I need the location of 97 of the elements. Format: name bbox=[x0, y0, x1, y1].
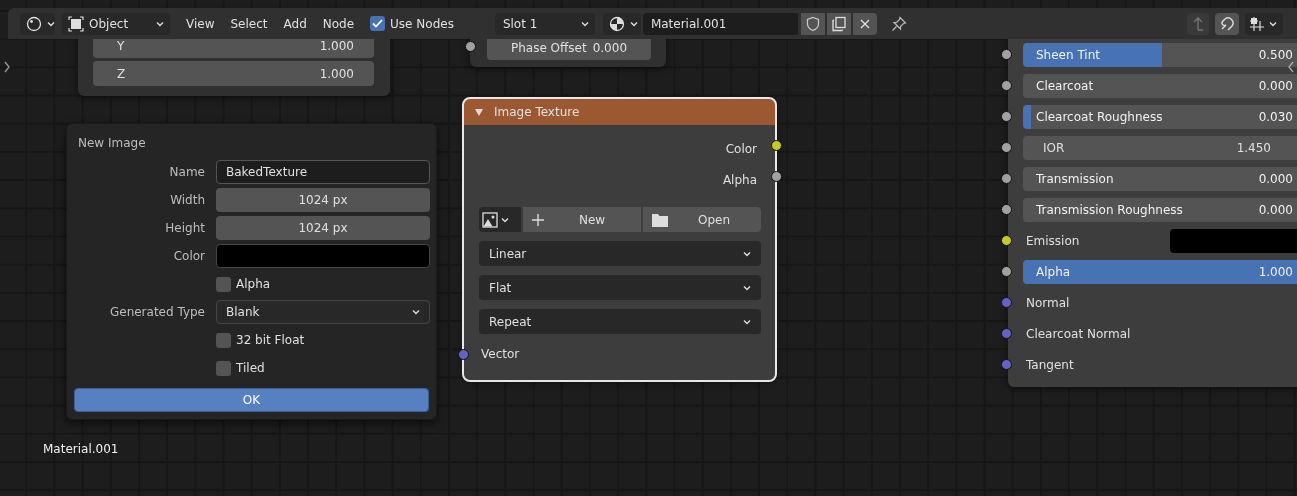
collapse-triangle-icon[interactable] bbox=[474, 107, 484, 117]
dialog-title: New Image bbox=[77, 135, 147, 152]
socket-dot[interactable] bbox=[1001, 173, 1012, 184]
plus-icon bbox=[531, 212, 545, 227]
chevron-icon bbox=[743, 318, 751, 325]
socket-dot[interactable] bbox=[770, 171, 782, 182]
open-image-button[interactable]: Open bbox=[643, 207, 761, 232]
chevron-icon bbox=[501, 216, 509, 223]
magnet-icon bbox=[1219, 15, 1235, 32]
dropdown[interactable]: Repeat bbox=[479, 309, 761, 334]
color-swatch[interactable] bbox=[216, 244, 430, 268]
number-field[interactable]: IOR 1.450 bbox=[1023, 135, 1297, 160]
sidebar-toggle-icon[interactable] bbox=[1287, 61, 1295, 73]
node-title: Image Texture bbox=[494, 105, 580, 119]
chevron-icon bbox=[47, 20, 55, 27]
chevron-icon bbox=[629, 20, 638, 27]
number-field[interactable]: Z 1.000 bbox=[93, 61, 374, 86]
copy-icon bbox=[830, 15, 847, 32]
socket-dot[interactable] bbox=[1001, 266, 1012, 277]
material-browse-button[interactable] bbox=[602, 12, 641, 35]
sphere-icon bbox=[608, 15, 625, 32]
image-icon bbox=[482, 211, 498, 228]
chevron-icon bbox=[743, 250, 751, 257]
socket-label: Emission bbox=[1025, 233, 1080, 248]
slider-field[interactable]: Alpha 1.000 bbox=[1023, 259, 1297, 284]
duplicate-button[interactable] bbox=[826, 12, 851, 35]
slider-field[interactable]: Sheen Tint 0.500 bbox=[1023, 42, 1297, 67]
checkbox[interactable]: Alpha bbox=[216, 276, 430, 292]
frame-label: Material.001 bbox=[43, 442, 119, 456]
socket-dot[interactable] bbox=[1001, 204, 1012, 215]
socket-dot[interactable] bbox=[770, 140, 782, 151]
use-nodes-checkbox[interactable]: Use Nodes bbox=[370, 16, 454, 31]
field-label: Name bbox=[168, 165, 205, 179]
socket-dot[interactable] bbox=[1001, 80, 1012, 91]
ok-button[interactable]: OK bbox=[74, 388, 429, 412]
socket-dot[interactable] bbox=[1001, 328, 1012, 339]
editor-type-dropdown[interactable] bbox=[20, 12, 55, 35]
object-icon bbox=[68, 15, 84, 32]
check-icon bbox=[372, 19, 384, 28]
field-label: Generated Type bbox=[108, 305, 205, 319]
fake-user-button[interactable] bbox=[800, 12, 825, 35]
chevron-icon bbox=[580, 20, 589, 27]
chevron-icon bbox=[1269, 20, 1277, 27]
socket-dot[interactable] bbox=[1001, 111, 1012, 122]
material-name-field[interactable]: Material.001 bbox=[642, 12, 798, 35]
chevron-icon bbox=[412, 309, 420, 315]
dropdown[interactable]: Linear bbox=[479, 241, 761, 266]
folder-icon bbox=[651, 211, 669, 228]
field-label: Color bbox=[172, 249, 205, 263]
shield-icon bbox=[805, 15, 820, 32]
socket-dot[interactable] bbox=[1001, 49, 1012, 60]
number-field[interactable]: 1024 px bbox=[216, 188, 430, 212]
snap-grid-icon bbox=[1249, 15, 1265, 32]
sidebar-toggle-icon[interactable] bbox=[3, 61, 11, 73]
unlink-button[interactable] bbox=[852, 12, 877, 35]
number-field[interactable]: 1024 px bbox=[216, 216, 430, 240]
chevron-icon bbox=[743, 284, 751, 291]
checkbox[interactable]: Tiled bbox=[216, 360, 430, 376]
slider-field[interactable]: Clearcoat Roughness 0.030 bbox=[1023, 104, 1297, 129]
dropdown[interactable]: Flat bbox=[479, 275, 761, 300]
socket-label: Alpha bbox=[722, 172, 757, 187]
field-label: Width bbox=[169, 193, 205, 207]
socket-dot[interactable] bbox=[1001, 142, 1012, 153]
socket-label: Normal bbox=[1025, 295, 1070, 310]
socket-dot[interactable] bbox=[1001, 297, 1012, 308]
socket-dot[interactable] bbox=[457, 349, 469, 360]
socket-dot[interactable] bbox=[464, 41, 476, 52]
socket-dot[interactable] bbox=[1001, 235, 1012, 246]
new-image-button[interactable]: New bbox=[523, 207, 641, 232]
snap-mode-dropdown[interactable] bbox=[1245, 12, 1283, 35]
socket-label: Tangent bbox=[1025, 357, 1074, 372]
socket-label: Clearcoat Normal bbox=[1025, 326, 1131, 341]
close-icon bbox=[858, 17, 871, 30]
menu-item[interactable]: Select bbox=[222, 12, 276, 35]
text-field[interactable]: BakedTexture bbox=[216, 160, 430, 184]
image-browse-button[interactable] bbox=[479, 207, 521, 232]
pin-icon[interactable] bbox=[890, 15, 907, 32]
dropdown[interactable]: Blank bbox=[216, 300, 430, 324]
menu-item[interactable]: Add bbox=[275, 12, 315, 35]
menu-item[interactable]: View bbox=[178, 12, 223, 35]
slider-field[interactable]: Transmission Roughness 0.000 bbox=[1023, 197, 1297, 222]
parent-node-tree-button[interactable] bbox=[1187, 12, 1209, 35]
up-arrow-icon bbox=[1191, 15, 1205, 32]
socket-label: Vector bbox=[481, 347, 520, 361]
node-editor-icon bbox=[26, 15, 42, 32]
socket-dot[interactable] bbox=[1001, 359, 1012, 370]
slot-dropdown[interactable]: Slot 1 bbox=[494, 12, 595, 35]
mode-dropdown[interactable]: Object bbox=[62, 12, 170, 35]
menu-item[interactable]: Node bbox=[314, 12, 363, 35]
checkbox[interactable]: 32 bit Float bbox=[216, 332, 430, 348]
field-label: Height bbox=[164, 221, 205, 235]
snap-button[interactable] bbox=[1215, 12, 1239, 35]
slider-field[interactable]: Transmission 0.000 bbox=[1023, 166, 1297, 191]
chevron-icon bbox=[156, 20, 164, 27]
slider-field[interactable]: Clearcoat 0.000 bbox=[1023, 73, 1297, 98]
socket-label: Color bbox=[725, 141, 757, 156]
color-swatch[interactable] bbox=[1170, 228, 1297, 253]
